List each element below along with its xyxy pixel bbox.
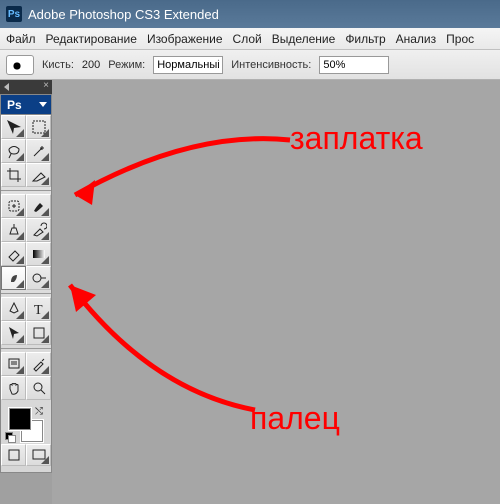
magic-wand-tool[interactable] xyxy=(26,139,51,163)
standard-mode-button[interactable] xyxy=(1,444,26,466)
menu-edit[interactable]: Редактирование xyxy=(46,32,137,46)
menu-view[interactable]: Прос xyxy=(446,32,474,46)
close-icon[interactable]: × xyxy=(42,82,50,90)
move-tool[interactable] xyxy=(1,115,26,139)
history-brush-tool[interactable] xyxy=(26,218,51,242)
gradient-tool[interactable] xyxy=(26,242,51,266)
toolbox-logo[interactable]: Ps xyxy=(1,95,51,115)
brush-label: Кисть: xyxy=(42,59,74,71)
canvas-area[interactable] xyxy=(52,80,500,504)
menu-analysis[interactable]: Анализ xyxy=(396,32,437,46)
hand-tool[interactable] xyxy=(1,376,26,400)
brush-tool[interactable] xyxy=(26,194,51,218)
swap-colors-icon[interactable]: ⤭ xyxy=(35,406,43,417)
app-title: Adobe Photoshop CS3 Extended xyxy=(28,7,219,22)
dodge-tool[interactable] xyxy=(26,266,51,290)
collapse-arrow-icon xyxy=(4,83,9,91)
pen-tool[interactable] xyxy=(1,297,26,321)
menu-filter[interactable]: Фильтр xyxy=(345,32,385,46)
color-swatches[interactable]: ⤭ xyxy=(1,404,51,444)
menu-file[interactable]: Файл xyxy=(6,32,36,46)
notes-tool[interactable] xyxy=(1,352,26,376)
smudge-tool[interactable] xyxy=(1,266,26,290)
intensity-input[interactable] xyxy=(319,56,389,74)
crop-tool[interactable] xyxy=(1,163,26,187)
slice-tool[interactable] xyxy=(26,163,51,187)
type-tool[interactable]: T xyxy=(26,297,51,321)
mode-label: Режим: xyxy=(108,59,145,71)
clone-stamp-tool[interactable] xyxy=(1,218,26,242)
brush-size-value[interactable]: 200 xyxy=(82,59,100,71)
toolbox: Ps T ⤭ xyxy=(0,94,52,473)
eraser-tool[interactable] xyxy=(1,242,26,266)
healing-brush-tool[interactable] xyxy=(1,194,26,218)
path-selection-tool[interactable] xyxy=(1,321,26,345)
ps-logo-text: Ps xyxy=(7,98,22,112)
menu-layer[interactable]: Слой xyxy=(233,32,262,46)
titlebar: Ps Adobe Photoshop CS3 Extended xyxy=(0,0,500,28)
mode-select[interactable] xyxy=(153,56,223,74)
menubar: Файл Редактирование Изображение Слой Выд… xyxy=(0,28,500,50)
menu-image[interactable]: Изображение xyxy=(147,32,223,46)
toolbox-header[interactable]: × xyxy=(0,80,52,94)
intensity-label: Интенсивность: xyxy=(231,59,311,71)
marquee-tool[interactable] xyxy=(26,115,51,139)
eyedropper-tool[interactable] xyxy=(26,352,51,376)
shape-tool[interactable] xyxy=(26,321,51,345)
menu-select[interactable]: Выделение xyxy=(272,32,336,46)
screen-mode-button[interactable] xyxy=(26,444,51,466)
lasso-tool[interactable] xyxy=(1,139,26,163)
foreground-color-swatch[interactable] xyxy=(9,408,31,430)
tool-preset-picker[interactable] xyxy=(6,55,34,75)
chevron-down-icon xyxy=(39,102,47,107)
app-icon: Ps xyxy=(6,6,22,22)
default-colors-icon[interactable] xyxy=(5,432,15,442)
options-bar: Кисть: 200 Режим: Интенсивность: xyxy=(0,50,500,80)
zoom-tool[interactable] xyxy=(26,376,51,400)
